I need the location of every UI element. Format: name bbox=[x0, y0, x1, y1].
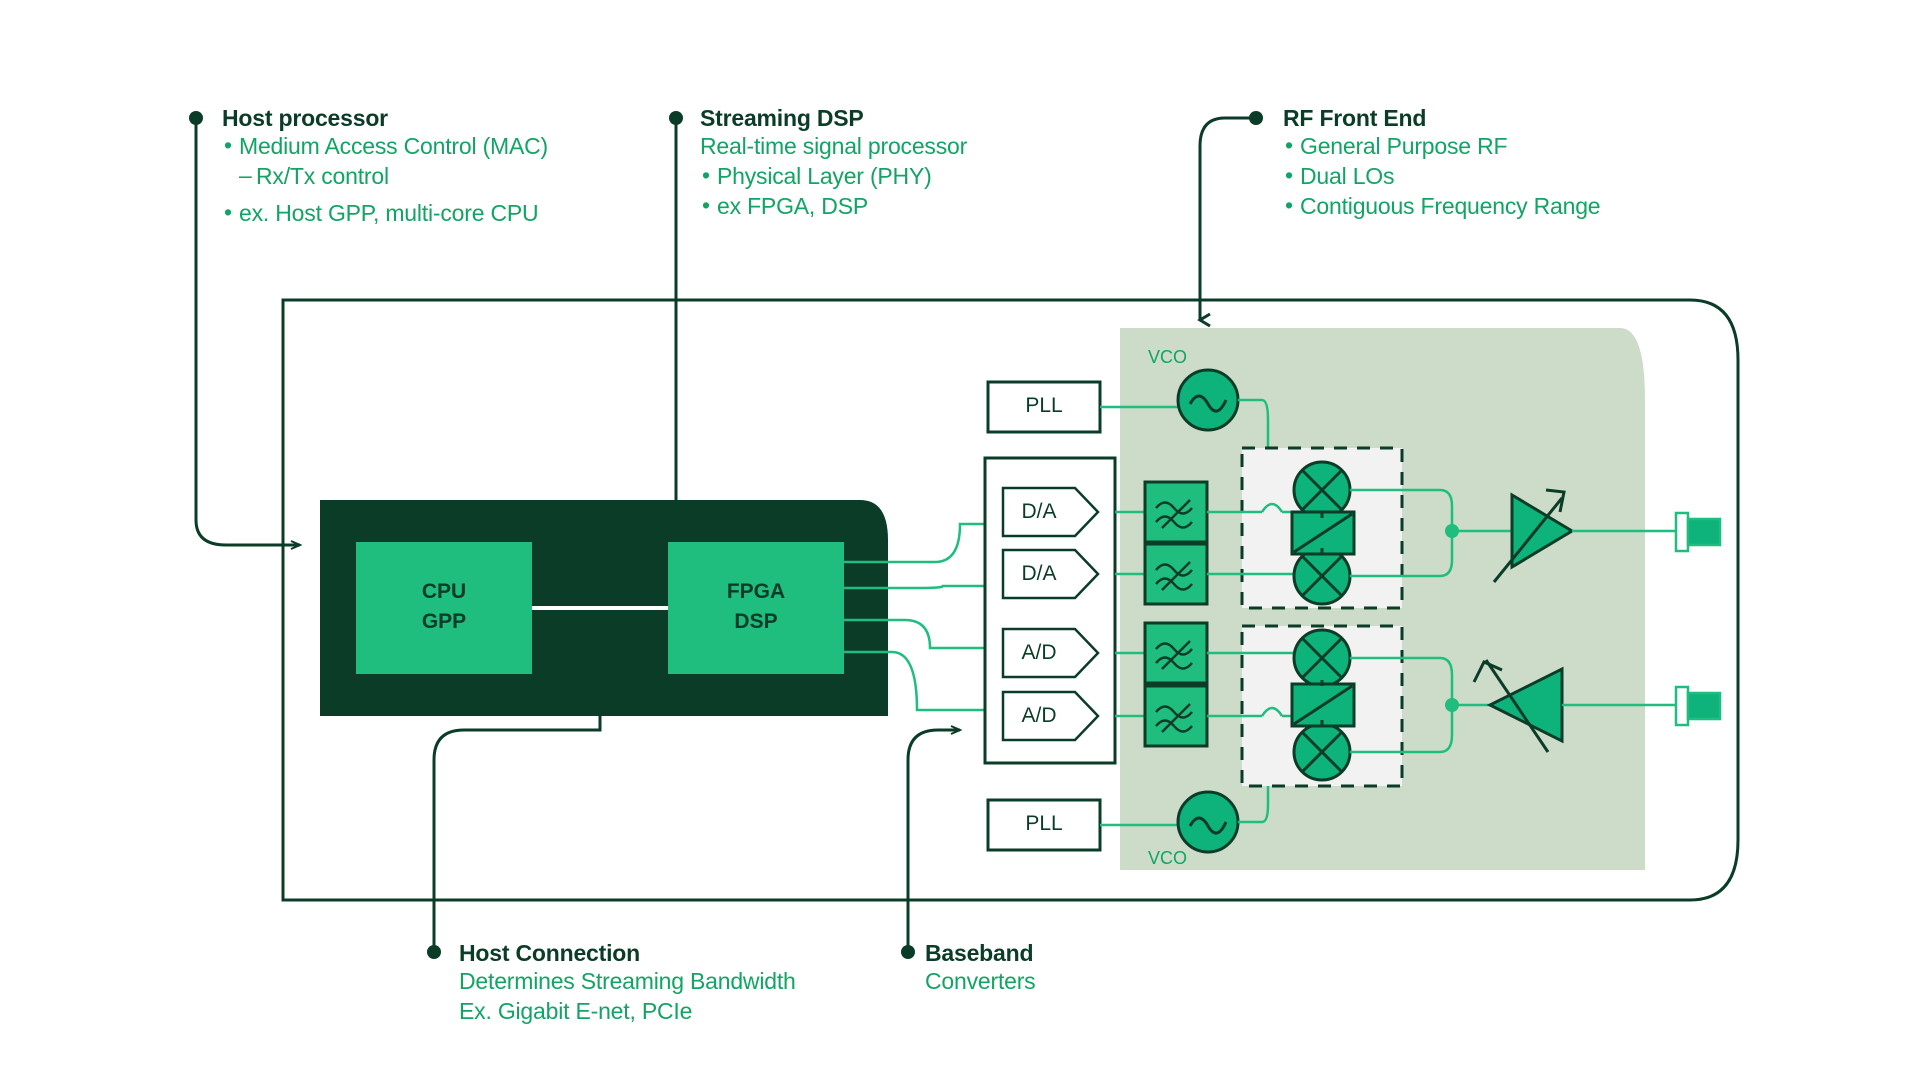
callout-title: Host Connection bbox=[459, 940, 640, 966]
callout-bullets: Physical Layer (PHY) ex FPGA, DSP bbox=[700, 161, 967, 222]
callout-line: Ex. Gigabit E-net, PCIe bbox=[459, 997, 693, 1024]
callout-host-connection: Host Connection Determines Streaming Ban… bbox=[459, 939, 796, 1027]
phase-shifter-tx bbox=[1290, 510, 1356, 556]
callout-line: Converters bbox=[925, 968, 1036, 995]
callout-bullets: Medium Access Control (MAC) Rx/Tx contro… bbox=[222, 131, 548, 229]
callout-subtitle: Real-time signal processor bbox=[700, 133, 968, 160]
callout-bullet: Rx/Tx control bbox=[222, 161, 548, 192]
filter-3 bbox=[1143, 621, 1209, 685]
callout-line: Determines Streaming Bandwidth bbox=[459, 968, 796, 995]
callout-bullet: Physical Layer (PHY) bbox=[700, 161, 967, 192]
callout-title: RF Front End bbox=[1283, 105, 1427, 131]
vco-bottom bbox=[1176, 790, 1240, 854]
pll-bottom-box bbox=[986, 798, 1102, 852]
leader-dot-host-connection bbox=[427, 945, 441, 959]
callout-title: Baseband bbox=[925, 940, 1034, 966]
mixer-tx-upper bbox=[1292, 460, 1352, 520]
phase-shifter-rx bbox=[1290, 682, 1356, 728]
vco-top bbox=[1176, 368, 1240, 432]
filter-1 bbox=[1143, 480, 1209, 544]
sdr-block-diagram: Host processor Medium Access Control (MA… bbox=[0, 0, 1920, 1080]
connector-rx bbox=[1674, 685, 1722, 727]
callout-title: Streaming DSP bbox=[700, 105, 864, 131]
callout-bullet: ex FPGA, DSP bbox=[700, 191, 967, 222]
leader-dot-rf-front-end bbox=[1249, 111, 1263, 125]
mixer-tx-lower bbox=[1292, 546, 1352, 606]
fpga-dsp-block bbox=[668, 542, 844, 674]
connector-tx bbox=[1674, 511, 1722, 553]
callout-bullet: General Purpose RF bbox=[1283, 131, 1600, 162]
callout-bullet: Medium Access Control (MAC) bbox=[222, 131, 548, 162]
callout-bullet: ex. Host GPP, multi-core CPU bbox=[222, 198, 548, 229]
leader-dot-baseband bbox=[901, 945, 915, 959]
leader-baseband bbox=[906, 730, 960, 952]
cpu-gpp-block bbox=[356, 542, 532, 674]
callout-bullet: Contiguous Frequency Range bbox=[1283, 191, 1601, 222]
mixer-rx-lower bbox=[1292, 722, 1352, 782]
pll-top-box bbox=[986, 380, 1102, 434]
callout-bullets: General Purpose RF Dual LOs Contiguous F… bbox=[1283, 131, 1601, 222]
leader-dot-host-processor bbox=[189, 111, 203, 125]
filter-2 bbox=[1143, 542, 1209, 606]
leader-rf-front-end bbox=[1198, 116, 1256, 300]
callout-streaming-dsp: Streaming DSP Real-time signal processor… bbox=[700, 104, 967, 222]
filter-4 bbox=[1143, 684, 1209, 748]
leader-dot-streaming-dsp bbox=[669, 111, 683, 125]
callout-baseband: Baseband Converters bbox=[925, 939, 1036, 997]
callout-title: Host processor bbox=[222, 105, 388, 131]
mixer-rx-upper bbox=[1292, 628, 1352, 688]
callout-rf-front-end: RF Front End General Purpose RF Dual LOs… bbox=[1283, 104, 1601, 222]
callout-host-processor: Host processor Medium Access Control (MA… bbox=[222, 104, 548, 229]
callout-bullet: Dual LOs bbox=[1283, 161, 1600, 192]
